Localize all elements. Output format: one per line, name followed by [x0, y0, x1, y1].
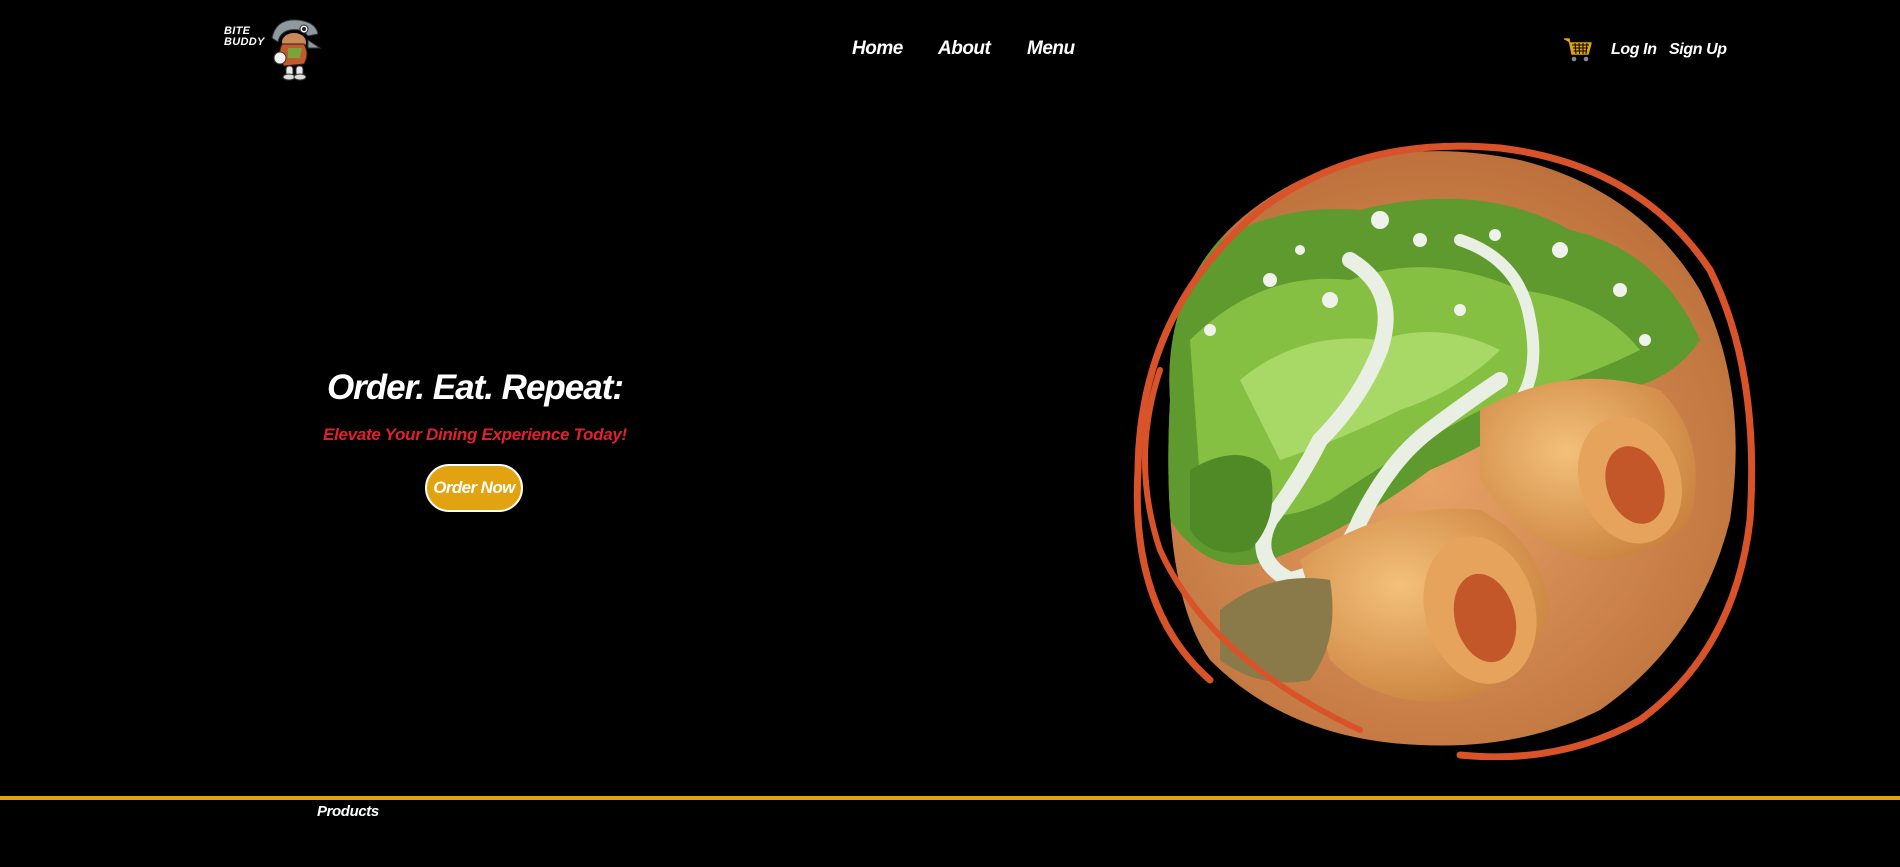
section-divider	[0, 796, 1900, 800]
hero-subtitle: Elevate Your Dining Experience Today!	[323, 425, 627, 444]
hero-title: Order. Eat. Repeat:	[326, 368, 624, 408]
products-section-label: Products	[317, 803, 379, 820]
login-link[interactable]: Log In	[1611, 41, 1657, 59]
signup-link[interactable]: Sign Up	[1669, 41, 1727, 59]
landing-page: BITE BUDDY Home About Menu Log In Sign U…	[0, 0, 1900, 867]
auth-area: Log In Sign Up	[0, 38, 1900, 66]
hero-food-image	[1133, 142, 1756, 760]
shopping-cart-icon[interactable]	[1562, 34, 1594, 66]
order-now-button[interactable]: Order Now	[425, 464, 523, 512]
